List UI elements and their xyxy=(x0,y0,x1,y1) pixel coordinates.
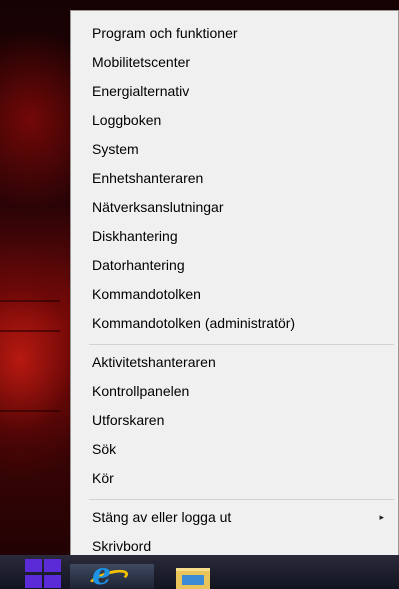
menu-item-command-prompt-admin[interactable]: Kommandotolken (administratör) xyxy=(71,309,398,338)
menu-separator xyxy=(89,499,394,500)
menu-item-label: Enhetshanteraren xyxy=(92,170,204,186)
menu-item-system[interactable]: System xyxy=(71,135,398,164)
menu-item-label: Program och funktioner xyxy=(92,25,238,41)
taskbar-file-explorer-button[interactable] xyxy=(172,564,216,589)
windows-logo-icon-pane xyxy=(25,575,42,588)
quick-link-menu: Program och funktioner Mobilitetscenter … xyxy=(70,10,399,564)
menu-item-event-viewer[interactable]: Loggboken xyxy=(71,106,398,135)
menu-item-command-prompt[interactable]: Kommandotolken xyxy=(71,280,398,309)
menu-item-search[interactable]: Sök xyxy=(71,435,398,464)
internet-explorer-icon: e xyxy=(92,557,112,589)
menu-item-label: Stäng av eller logga ut xyxy=(92,509,232,525)
menu-item-label: Kommandotolken (administratör) xyxy=(92,315,296,331)
taskbar-internet-explorer-button[interactable]: e xyxy=(70,560,154,589)
folder-window-icon xyxy=(182,575,204,585)
windows-logo-icon-pane xyxy=(44,575,61,588)
menu-item-label: Energialternativ xyxy=(92,83,190,99)
menu-item-file-explorer[interactable]: Utforskaren xyxy=(71,406,398,435)
menu-item-label: System xyxy=(92,141,139,157)
menu-item-label: Loggboken xyxy=(92,112,162,128)
menu-item-label: Diskhantering xyxy=(92,228,178,244)
menu-item-label: Mobilitetscenter xyxy=(92,54,191,70)
windows-logo-icon xyxy=(25,559,42,572)
wallpaper-streak xyxy=(0,410,60,412)
menu-item-control-panel[interactable]: Kontrollpanelen xyxy=(71,377,398,406)
menu-item-run[interactable]: Kör xyxy=(71,464,398,493)
menu-item-disk-management[interactable]: Diskhantering xyxy=(71,222,398,251)
menu-item-label: Skrivbord xyxy=(92,538,152,554)
menu-item-mobility-center[interactable]: Mobilitetscenter xyxy=(71,48,398,77)
menu-item-label: Kör xyxy=(92,470,114,486)
menu-item-network-connections[interactable]: Nätverksanslutningar xyxy=(71,193,398,222)
submenu-arrow-icon: ▸ xyxy=(379,512,384,522)
menu-item-label: Utforskaren xyxy=(92,412,165,428)
menu-item-shut-down-or-sign-out[interactable]: Stäng av eller logga ut ▸ xyxy=(71,503,398,532)
wallpaper-streak xyxy=(0,300,60,302)
menu-item-label: Aktivitetshanteraren xyxy=(92,354,216,370)
menu-item-label: Sök xyxy=(92,441,117,457)
menu-item-programs-and-features[interactable]: Program och funktioner xyxy=(71,19,398,48)
menu-item-computer-management[interactable]: Datorhantering xyxy=(71,251,398,280)
menu-item-label: Kontrollpanelen xyxy=(92,383,190,399)
windows-logo-icon-pane xyxy=(44,559,61,572)
menu-separator xyxy=(89,344,394,345)
menu-item-label: Kommandotolken xyxy=(92,286,201,302)
menu-item-label: Nätverksanslutningar xyxy=(92,199,224,215)
wallpaper-streak xyxy=(0,330,60,332)
menu-item-device-manager[interactable]: Enhetshanteraren xyxy=(71,164,398,193)
menu-item-power-options[interactable]: Energialternativ xyxy=(71,77,398,106)
menu-item-label: Datorhantering xyxy=(92,257,185,273)
menu-item-task-manager[interactable]: Aktivitetshanteraren xyxy=(71,348,398,377)
start-button[interactable] xyxy=(22,559,62,589)
